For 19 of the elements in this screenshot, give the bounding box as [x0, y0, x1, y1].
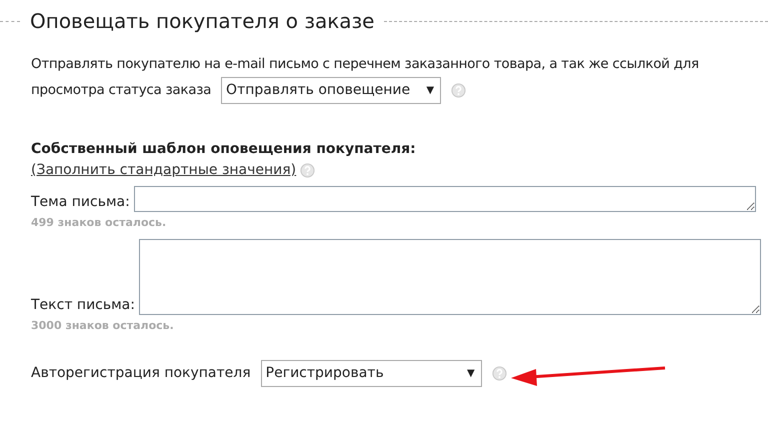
dropdown[interactable]: Отправлять оповещение ▼: [221, 77, 442, 104]
message-field[interactable]: [138, 238, 761, 314]
chars-left-counter: 499 знаков осталось.: [31, 215, 168, 231]
subject-field[interactable]: [134, 186, 756, 212]
dropdown-arrow: ▼: [426, 84, 434, 98]
help-icon[interactable]: [451, 83, 466, 98]
notify-description: Отправлять покупателю на e-mail письмо с перечнем заказанного товара, а так же ссылкой для: [31, 55, 700, 74]
help-icon[interactable]: [300, 163, 316, 178]
dropdown-arrow: ▼: [466, 367, 475, 381]
chars-left-counter: 3000 знаков осталось.: [31, 318, 175, 334]
autoreg-label: Авторегистрация покупателя: [31, 364, 251, 383]
notify-description: просмотра статуса заказа: [31, 81, 212, 100]
dropdown[interactable]: Регистрировать ▼: [260, 360, 482, 387]
fill-defaults-link[interactable]: (Заполнить стандартные значения): [31, 160, 296, 181]
field-label: Тема письма:: [31, 193, 130, 212]
section-title: Оповещать покупателя о заказе: [30, 8, 374, 35]
help-icon[interactable]: [492, 366, 507, 381]
template-heading: Собственный шаблон оповещения покупателя:: [31, 140, 417, 159]
field-label: Текст письма:: [31, 296, 135, 314]
